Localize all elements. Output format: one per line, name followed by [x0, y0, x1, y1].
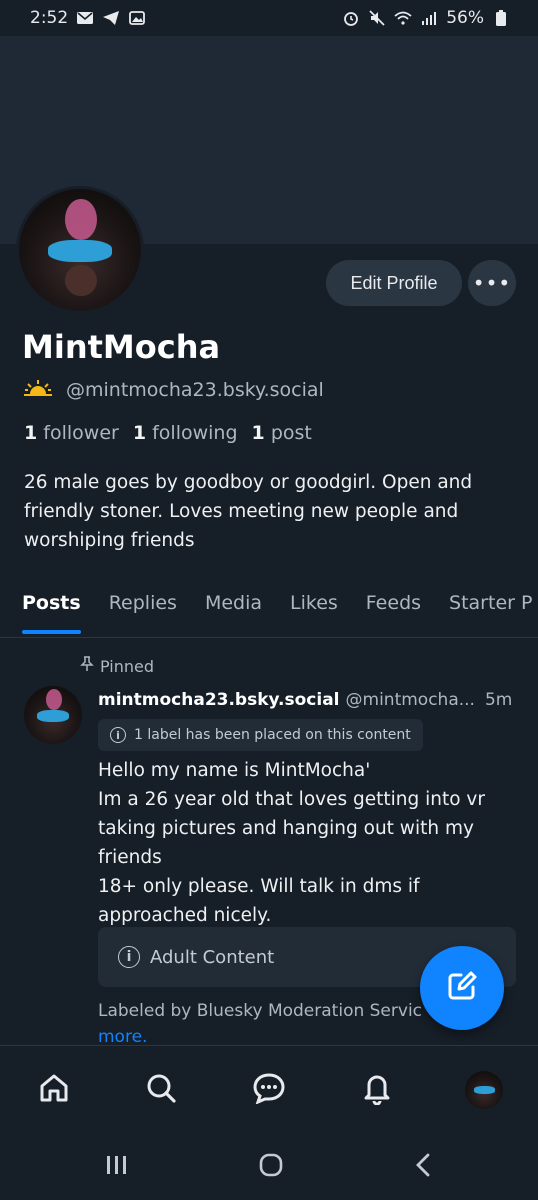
home-icon: [38, 1072, 70, 1108]
profile-bio: 26 male goes by goodboy or goodgirl. Ope…: [24, 472, 473, 551]
display-name: MintMocha: [22, 328, 221, 366]
bottom-nav: [0, 1045, 538, 1133]
alarm-icon: [342, 10, 360, 26]
profile-handle: @mintmocha23.bsky.social: [66, 378, 324, 401]
info-icon: i: [110, 727, 126, 743]
nav-search[interactable]: [131, 1060, 191, 1120]
profile-tabs: Posts Replies Media Likes Feeds Starter …: [0, 586, 538, 638]
gallery-icon: [128, 10, 146, 26]
signal-icon: [420, 10, 438, 26]
post-header: mintmocha23.bsky.social @mintmocha... 5m: [98, 690, 518, 710]
nav-profile[interactable]: [454, 1060, 514, 1120]
status-time: 2:52: [30, 8, 69, 28]
following-stat[interactable]: 1 following: [133, 422, 238, 444]
label-notice-text: 1 label has been placed on this content: [134, 727, 411, 743]
battery-icon: [492, 10, 510, 26]
edit-profile-button[interactable]: Edit Profile: [326, 260, 462, 306]
post-author-name[interactable]: mintmocha23.bsky.social: [98, 690, 340, 710]
mute-icon: [368, 10, 386, 26]
back-icon[interactable]: [413, 1152, 433, 1182]
adult-content-label: Adult Content: [150, 946, 275, 968]
compose-icon: [445, 969, 479, 1007]
post-timestamp: 5m: [484, 690, 513, 710]
status-bar: 2:52 56%: [0, 0, 538, 36]
followers-stat[interactable]: 1 follower: [24, 422, 119, 444]
stats-row: 1 follower 1 following 1 post: [24, 422, 312, 444]
info-icon: i: [118, 946, 140, 968]
recent-apps-icon[interactable]: [105, 1154, 129, 1180]
profile-avatar[interactable]: [16, 186, 144, 314]
nav-notifications[interactable]: [347, 1060, 407, 1120]
home-button-icon[interactable]: [258, 1152, 284, 1182]
wifi-icon: [394, 10, 412, 26]
nav-profile-avatar: [465, 1070, 504, 1109]
post-author-avatar[interactable]: [24, 686, 82, 744]
handle-row: @mintmocha23.bsky.social: [24, 378, 324, 401]
pin-icon: [80, 656, 94, 676]
compose-button[interactable]: [420, 946, 504, 1030]
search-icon: [145, 1072, 177, 1108]
bell-icon: [361, 1071, 393, 1109]
post-author-handle[interactable]: @mintmocha...: [346, 690, 475, 710]
telegram-icon: [102, 10, 120, 26]
system-navigation-bar: [0, 1133, 538, 1200]
pinned-indicator: Pinned: [80, 656, 154, 676]
content-label-notice[interactable]: i 1 label has been placed on this conten…: [98, 719, 423, 751]
nav-home[interactable]: [24, 1060, 84, 1120]
more-icon: •••: [472, 271, 512, 295]
sunrise-icon: [24, 378, 52, 401]
battery-percent: 56%: [446, 8, 484, 28]
pinned-label: Pinned: [100, 656, 155, 676]
tab-replies[interactable]: Replies: [109, 586, 177, 637]
chat-icon: [252, 1072, 286, 1108]
tab-starter-packs[interactable]: Starter P: [449, 586, 532, 637]
tab-likes[interactable]: Likes: [290, 586, 338, 637]
tab-feeds[interactable]: Feeds: [366, 586, 421, 637]
post-body: Hello my name is MintMocha' Im a 26 year…: [98, 760, 485, 926]
mail-icon: [76, 10, 94, 26]
tab-posts[interactable]: Posts: [22, 586, 81, 637]
nav-messages[interactable]: [239, 1060, 299, 1120]
posts-stat: 1 post: [251, 422, 312, 444]
more-options-button[interactable]: •••: [468, 260, 516, 306]
tab-media[interactable]: Media: [205, 586, 262, 637]
